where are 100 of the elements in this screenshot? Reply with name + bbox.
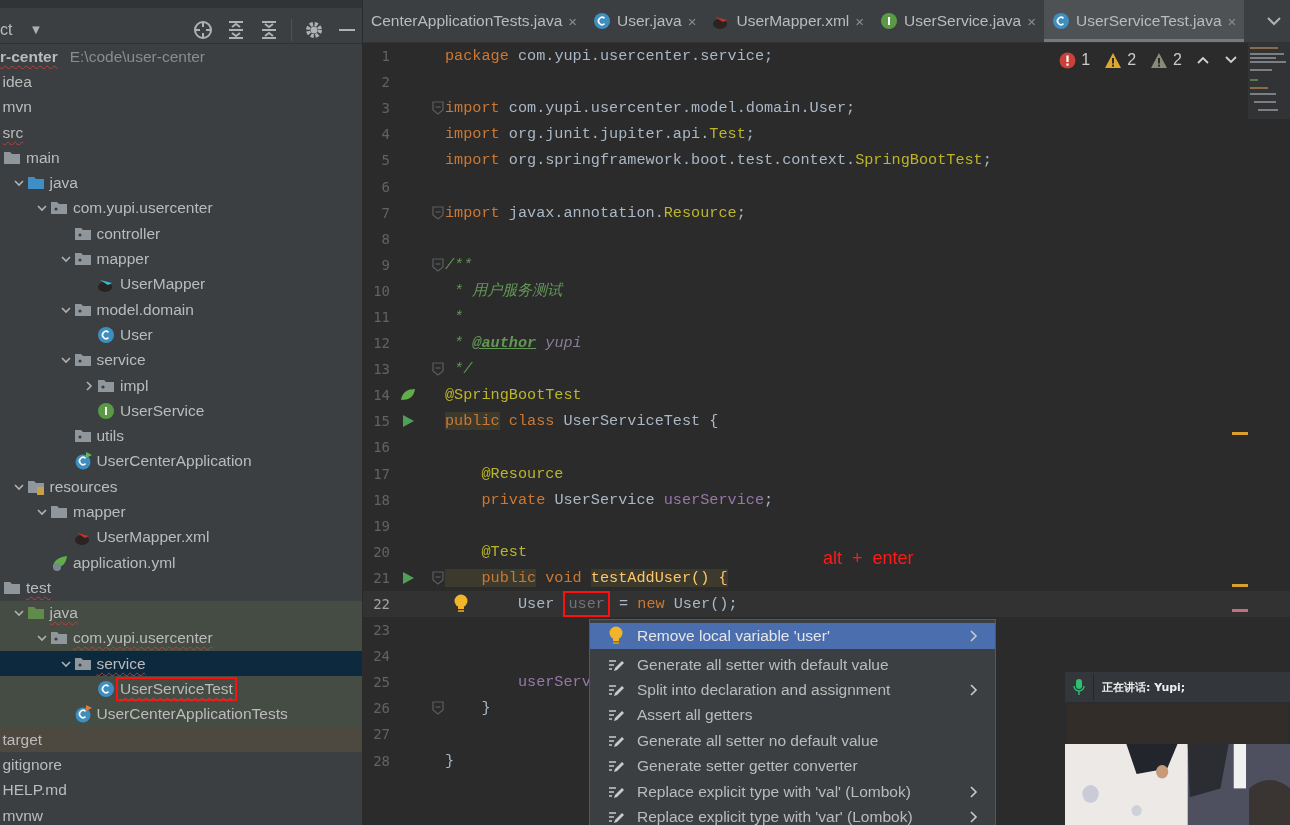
- menu-item[interactable]: Split into declaration and assignment: [590, 677, 995, 703]
- code-line: *: [453, 307, 464, 328]
- tree-item[interactable]: application.yml: [69, 550, 180, 575]
- code-line: */: [453, 359, 473, 381]
- chevron-down-icon[interactable]: [59, 253, 72, 265]
- tree-item[interactable]: model.domain: [92, 297, 198, 322]
- menu-item[interactable]: Replace explicit type with 'val' (Lombok): [590, 778, 995, 805]
- fold-marker-icon[interactable]: [432, 205, 444, 220]
- run-icon[interactable]: [400, 570, 415, 585]
- warning-icon[interactable]: [1150, 51, 1169, 69]
- tree-item[interactable]: test: [22, 575, 55, 600]
- fold-marker-icon[interactable]: [432, 362, 444, 377]
- line-number: 22: [372, 596, 391, 612]
- tree-item[interactable]: com.yupi.usercenter: [69, 196, 217, 221]
- lightbulb-icon[interactable]: [453, 593, 469, 614]
- fold-marker-icon[interactable]: [432, 101, 444, 116]
- dropdown-caret[interactable]: ▼: [29, 22, 43, 37]
- tree-item[interactable]: impl: [116, 373, 153, 398]
- menu-item[interactable]: Generate setter getter converter: [590, 753, 995, 779]
- leaf-icon[interactable]: [399, 388, 416, 403]
- pencil-icon: [608, 682, 624, 699]
- hint-annotation: alt + enter: [823, 548, 914, 569]
- crosshair-icon[interactable]: [192, 18, 214, 41]
- line-number: 12: [372, 335, 391, 352]
- line-number: 4: [380, 126, 391, 143]
- tree-item[interactable]: HELP.md: [0, 778, 71, 803]
- tree-item[interactable]: UserMapper.xml: [92, 525, 214, 550]
- chevron-right-icon[interactable]: [83, 379, 95, 392]
- line-number: 10: [372, 282, 391, 299]
- tree-item[interactable]: mvn: [0, 95, 36, 120]
- line-number: 16: [372, 439, 391, 456]
- code-line: import org.springframework.boot.test.context.SpringBootTest;: [445, 150, 992, 172]
- menu-item[interactable]: Generate all setter with default value: [590, 652, 995, 678]
- line-number: 19: [372, 517, 391, 534]
- tree-item[interactable]: mvnw: [0, 803, 47, 825]
- editor-tab[interactable]: UserServiceTest.java ×: [1043, 0, 1245, 42]
- code-line: private UserService userService;: [480, 489, 774, 511]
- tab-label: UserMapper.xml: [736, 12, 850, 30]
- tree-item[interactable]: UserCenterApplication: [92, 449, 256, 474]
- tree-item[interactable]: gitignore: [0, 752, 66, 777]
- spring-class-icon: [73, 705, 92, 724]
- line-number: 8: [380, 230, 391, 247]
- fold-marker-icon[interactable]: [432, 701, 444, 716]
- line-number: 15: [372, 413, 391, 430]
- tree-item[interactable]: mapper: [92, 247, 154, 271]
- line-number: 3: [380, 100, 391, 117]
- tree-item[interactable]: r-center: [0, 44, 62, 69]
- close-button[interactable]: ×: [855, 12, 865, 30]
- tree-item[interactable]: controller: [92, 221, 165, 246]
- code-line: package com.yupi.usercenter.service;: [445, 46, 774, 68]
- tree-item[interactable]: java: [45, 601, 82, 626]
- tree-item[interactable]: utils: [92, 424, 129, 449]
- tree-item[interactable]: service: [92, 651, 150, 676]
- tree-item[interactable]: java: [45, 171, 82, 196]
- line-number: 27: [372, 726, 391, 743]
- project-path: E:\code\user-center: [69, 47, 205, 66]
- tree-item[interactable]: service: [92, 348, 150, 373]
- editor-tab[interactable]: UserMapper.xml ×: [704, 0, 873, 42]
- menu-item[interactable]: Replace explicit type with 'var' (Lombok): [590, 804, 995, 825]
- menu-item[interactable]: Generate all setter no default value: [590, 728, 995, 754]
- fold-marker-icon[interactable]: [432, 257, 444, 272]
- editor-tab[interactable]: UserService.java ×: [872, 0, 1044, 42]
- editor-tab[interactable]: User.java ×: [585, 0, 705, 42]
- inspection-count: 1: [1081, 51, 1091, 69]
- menu-item[interactable]: Assert all getters: [590, 702, 995, 729]
- fold-marker-icon[interactable]: [432, 570, 444, 585]
- code-line: public class UserServiceTest {: [445, 411, 719, 433]
- chevron-down-icon[interactable]: [36, 506, 48, 518]
- code-line: }: [445, 750, 455, 772]
- lightbulb-icon: [608, 626, 624, 646]
- error-icon[interactable]: [1059, 51, 1077, 69]
- interface-icon: [880, 12, 899, 30]
- folder-icon: [50, 503, 68, 521]
- line-number: 2: [380, 74, 391, 91]
- line-number: 23: [372, 622, 391, 639]
- tree-item[interactable]: mapper: [69, 500, 130, 524]
- code-line: @Resource: [480, 463, 564, 485]
- run-icon[interactable]: [400, 414, 415, 429]
- close-button[interactable]: ×: [1027, 12, 1036, 30]
- tree-item[interactable]: User: [116, 322, 157, 347]
- code-line: * 用户服务测试: [453, 280, 563, 302]
- line-number: 20: [372, 543, 391, 560]
- tree-item[interactable]: UserMapper: [116, 272, 210, 297]
- editor-tab[interactable]: CenterApplicationTests.java ×: [363, 0, 586, 42]
- tree-item[interactable]: resources: [45, 474, 122, 499]
- line-number: 17: [372, 465, 391, 482]
- warning-icon[interactable]: [1104, 51, 1123, 69]
- tree-item[interactable]: target: [0, 727, 47, 752]
- close-button[interactable]: ×: [687, 12, 697, 30]
- menu-item[interactable]: Remove local variable 'user': [590, 623, 995, 649]
- leaf-icon: [50, 553, 68, 572]
- tree-item[interactable]: src: [0, 120, 28, 145]
- close-button[interactable]: ×: [568, 12, 578, 30]
- panel-title[interactable]: ct: [0, 20, 13, 39]
- class-icon: [1051, 12, 1070, 30]
- tree-item[interactable]: UserService: [116, 398, 209, 423]
- line-number: 26: [372, 700, 391, 717]
- line-number: 1: [380, 48, 391, 65]
- tree-item[interactable]: main: [22, 145, 64, 170]
- tree-item[interactable]: idea: [0, 69, 36, 94]
